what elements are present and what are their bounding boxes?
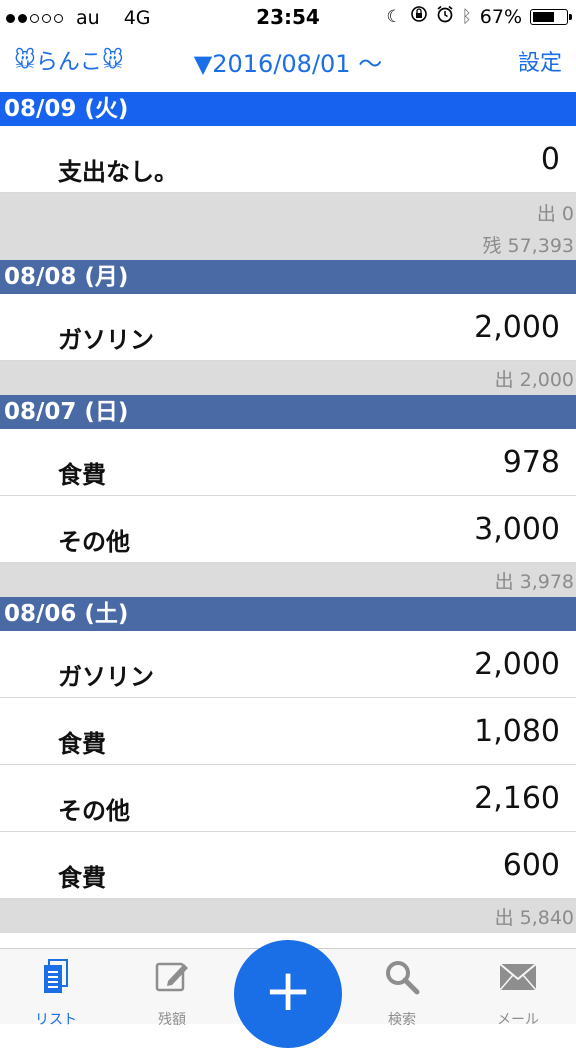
nav-bar: 🐭 らんこ 🐭 ▼2016/08/01 〜 設定 — [0, 34, 576, 92]
transaction-amount: 3,000 — [474, 512, 560, 547]
battery-percent: 67% — [479, 5, 522, 28]
transaction-category: 食費 — [58, 864, 106, 892]
day-expense-total: 出 5,840 — [494, 907, 574, 929]
date-header[interactable]: 08/07 (日) — [0, 395, 576, 429]
day-summary: 出 0 残 57,393 — [0, 193, 576, 260]
bluetooth-icon: ᛒ — [461, 6, 472, 27]
tab-balance-label: 残額 — [158, 1012, 186, 1028]
settings-button[interactable]: 設定 — [518, 45, 562, 77]
document-icon — [16, 957, 96, 997]
transaction-row[interactable]: 食費 978 — [0, 429, 576, 496]
transaction-category: ガソリン — [58, 326, 154, 354]
transaction-category: その他 — [58, 797, 130, 825]
transaction-category: ガソリン — [58, 663, 154, 691]
transaction-category: その他 — [58, 528, 130, 556]
day-summary: 出 3,978 — [0, 563, 576, 597]
tab-mail[interactable]: メール — [478, 957, 558, 1029]
tab-list[interactable]: リスト — [16, 957, 96, 1029]
moon-icon: ☾ — [386, 6, 402, 27]
date-range-selector[interactable]: ▼2016/08/01 〜 — [194, 44, 382, 79]
tab-search[interactable]: 検索 — [362, 957, 442, 1029]
day-expense-total: 出 3,978 — [494, 571, 574, 593]
transaction-row[interactable]: 食費 600 — [0, 832, 576, 899]
transaction-amount: 2,160 — [474, 781, 560, 816]
transaction-row[interactable]: その他 3,000 — [0, 496, 576, 563]
transaction-amount: 2,000 — [474, 647, 560, 682]
tab-list-label: リスト — [35, 1012, 77, 1028]
transaction-amount: 0 — [540, 142, 560, 177]
day-expense-total: 出 2,000 — [494, 369, 574, 391]
tab-balance[interactable]: 残額 — [132, 957, 212, 1029]
date-header[interactable]: 08/08 (月) — [0, 260, 576, 294]
mail-icon — [478, 957, 558, 997]
tab-search-label: 検索 — [388, 1012, 416, 1028]
transaction-row[interactable]: ガソリン 2,000 — [0, 631, 576, 698]
transaction-category: 支出なし。 — [58, 158, 178, 186]
transaction-category: 食費 — [58, 461, 106, 489]
search-icon — [362, 957, 442, 997]
battery-icon — [530, 8, 572, 25]
remaining-balance: 残 57,393 — [482, 235, 574, 257]
transaction-row[interactable]: 支出なし。 0 — [0, 126, 576, 193]
transaction-row[interactable]: ガソリン 2,000 — [0, 294, 576, 361]
transaction-row[interactable]: 食費 1,080 — [0, 698, 576, 765]
transaction-amount: 2,000 — [474, 310, 560, 345]
transaction-row[interactable]: その他 2,160 — [0, 765, 576, 832]
status-bar: au 4G 23:54 ☾ ᛒ 67% — [0, 0, 576, 34]
transaction-amount: 1,080 — [474, 714, 560, 749]
transaction-category: 食費 — [58, 730, 106, 758]
date-header[interactable]: 08/06 (土) — [0, 597, 576, 631]
add-button[interactable]: + — [234, 940, 342, 1048]
day-summary: 出 5,840 — [0, 899, 576, 933]
date-header[interactable]: 08/09 (火) — [0, 92, 576, 126]
transaction-amount: 978 — [502, 445, 560, 480]
day-expense-total: 出 0 — [536, 203, 574, 225]
alarm-icon — [436, 5, 454, 28]
orientation-lock-icon — [410, 5, 428, 28]
transaction-list: 08/09 (火) 支出なし。 0 出 0 残 57,393 08/08 (月) ガソリン 2… — [0, 92, 576, 933]
edit-icon — [132, 957, 212, 997]
tab-mail-label: メール — [497, 1012, 539, 1028]
day-summary: 出 2,000 — [0, 361, 576, 395]
transaction-amount: 600 — [502, 848, 560, 883]
